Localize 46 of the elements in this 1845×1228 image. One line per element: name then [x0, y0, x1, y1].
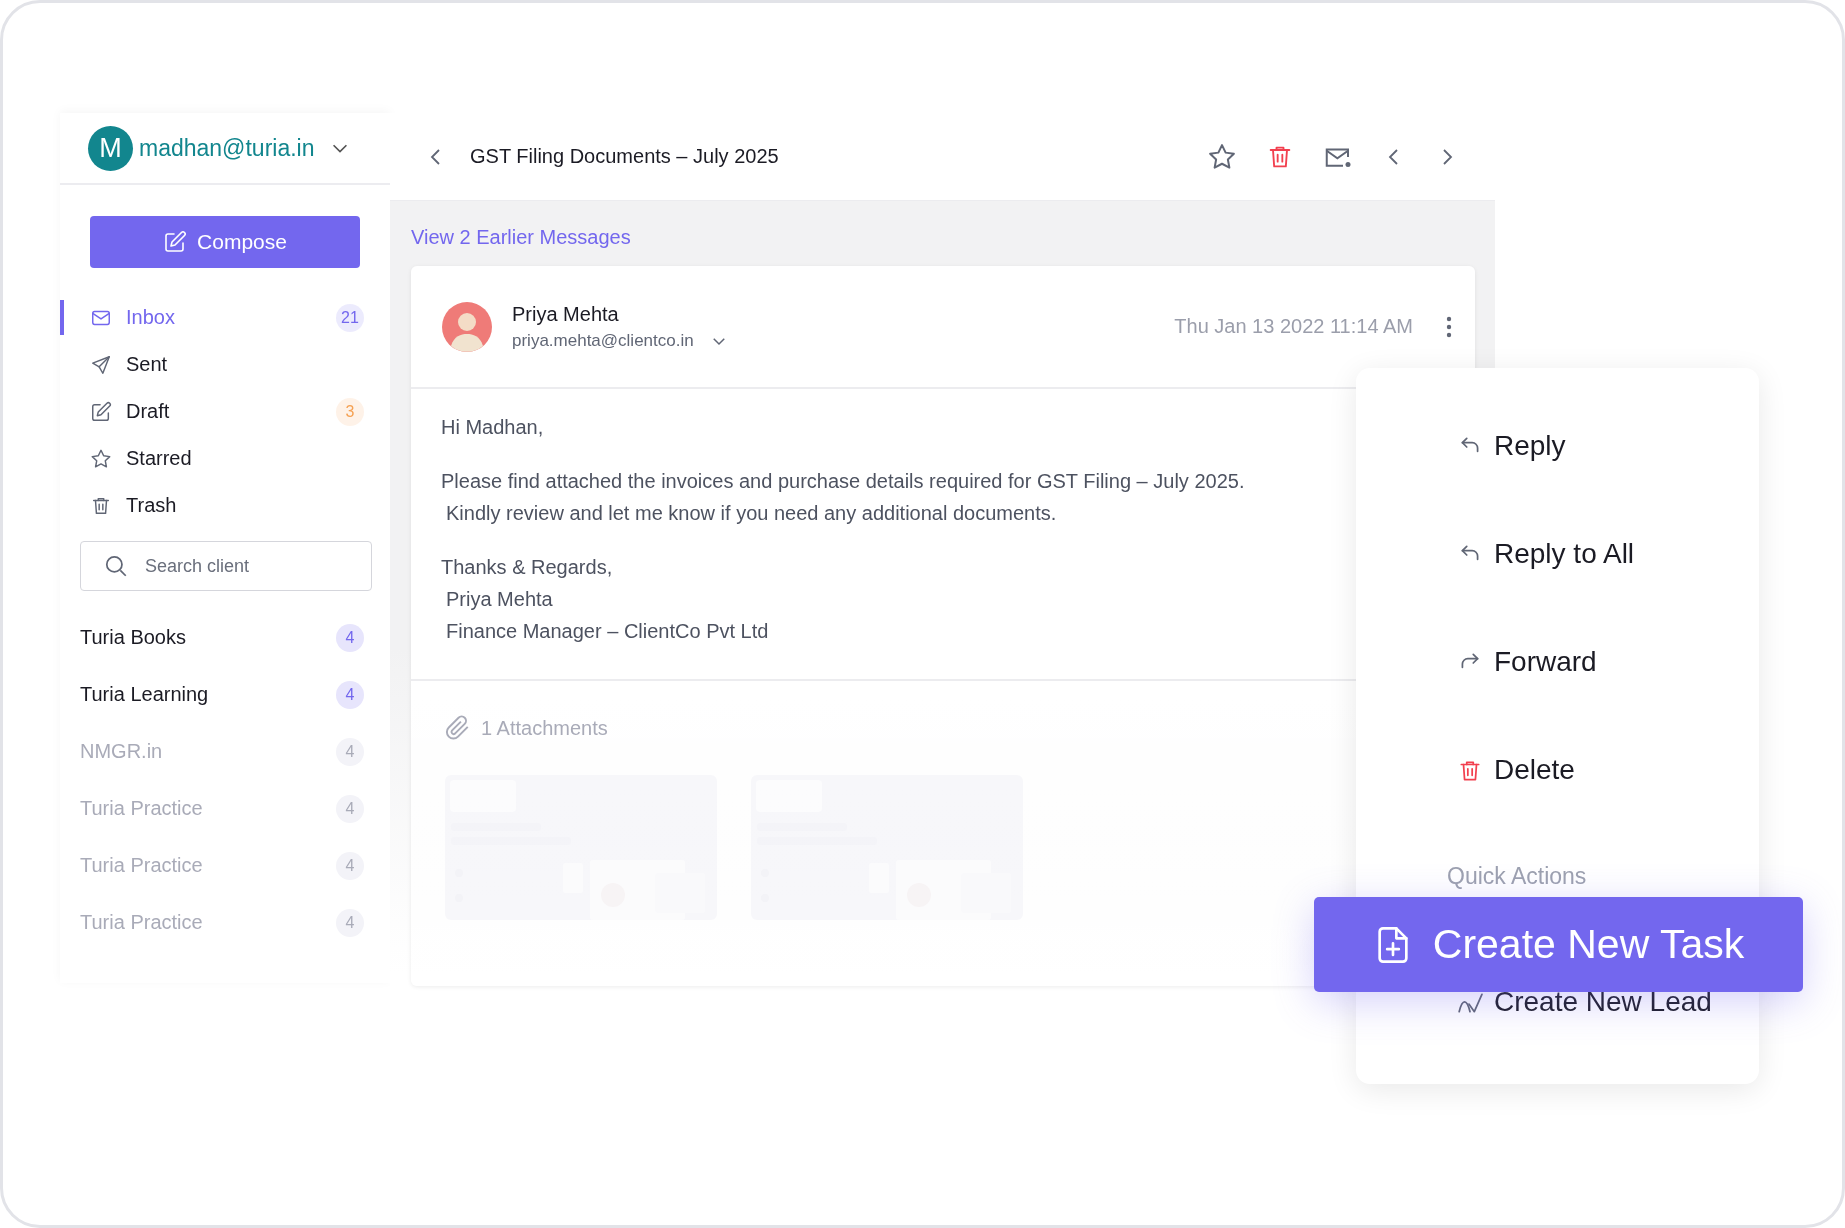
- account-email[interactable]: madhan@turia.in: [139, 134, 315, 162]
- pencil-icon: [163, 230, 188, 254]
- count-badge: 4: [336, 680, 364, 709]
- trash-icon: [1457, 758, 1483, 784]
- avatar: [442, 301, 492, 352]
- folder-item[interactable]: Starred: [60, 435, 390, 482]
- folder-item[interactable]: Inbox 21: [60, 294, 390, 341]
- section-heading: Quick Actions: [1447, 863, 1587, 890]
- count-badge: 4: [336, 794, 364, 823]
- folder-item[interactable]: Trash: [60, 482, 390, 529]
- account-avatar[interactable]: M: [88, 125, 133, 171]
- menu-item[interactable]: Delete: [1457, 758, 1759, 866]
- menu-item[interactable]: Forward: [1457, 650, 1759, 758]
- count-badge: 4: [336, 737, 364, 766]
- count-badge: 4: [336, 851, 364, 880]
- count-badge: 3: [336, 397, 364, 426]
- paperclip-icon: [445, 715, 471, 741]
- message-paragraph: Thanks & Regards, Priya Mehta Finance Manager – ClientCo Pvt Ltd: [441, 555, 770, 644]
- attachments-label: 1 Attachments: [481, 716, 608, 740]
- more-icon[interactable]: [1445, 314, 1453, 339]
- star-icon: [90, 447, 112, 470]
- count-badge: 4: [336, 623, 364, 652]
- sender-name: Priya Mehta: [512, 302, 620, 326]
- client-item[interactable]: Turia Books 4: [60, 609, 390, 666]
- menu-item[interactable]: Create New Lead: [1457, 990, 1759, 1098]
- earlier-messages-link[interactable]: View 2 Earlier Messages: [411, 226, 631, 249]
- edit-icon: [90, 400, 112, 423]
- menu-item[interactable]: Reply to All: [1457, 542, 1759, 650]
- create-task-button[interactable]: Create New Task: [1314, 897, 1803, 992]
- message-paragraph: Hi Madhan,: [441, 415, 545, 440]
- client-item[interactable]: Turia Learning 4: [60, 666, 390, 723]
- message-paragraph: Please find attached the invoices and purchase details required for GST Filing – July 2025. Kindly review and let me know if you need any additional documents.: [441, 469, 1246, 526]
- send-icon: [90, 353, 112, 376]
- compose-button[interactable]: Compose: [90, 216, 360, 268]
- email-subject: GST Filing Documents – July 2025: [470, 145, 780, 168]
- menu-item[interactable]: Reply: [1457, 434, 1759, 542]
- star-icon: [1207, 141, 1237, 172]
- folder-item[interactable]: Draft 3: [60, 388, 390, 435]
- search-input[interactable]: Search client: [143, 554, 347, 578]
- search-field[interactable]: Search client: [80, 541, 372, 591]
- message-date: Thu Jan 13 2022 11:14 AM: [1174, 315, 1413, 338]
- folder-item[interactable]: Sent: [60, 341, 390, 388]
- count-badge: 4: [336, 908, 364, 937]
- search-icon: [103, 553, 129, 579]
- count-badge: 21: [336, 303, 364, 332]
- sender-email: priya.mehta@clientco.in: [512, 330, 694, 351]
